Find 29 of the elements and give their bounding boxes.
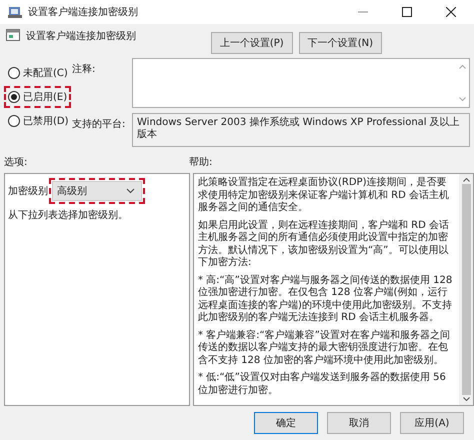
dialog-button[interactable]: 应用(A): [400, 412, 464, 434]
options-label: 选项:: [4, 156, 28, 170]
help-paragraph: 此策略设置指定在远程桌面协议(RDP)连接期间，是否要求使用特定加密级别来保证客户端计算机和 RD 会话主机服务器之间的通信安全。: [198, 177, 450, 214]
help-label: 帮助:: [189, 156, 214, 170]
window-title: 设置客户端连接加密级别: [28, 6, 138, 19]
help-paragraph: * 客户端兼容:“客户端兼容”设置对在客户端和服务器之间传送的数据以客户端支持的最大密钥强度进行加密。在包含不支持 128 位加密的客户端环境中使用此加密级别。: [198, 330, 451, 367]
encryption-level-dropdown[interactable]: 高级别: [52, 181, 142, 201]
close-icon[interactable]: [446, 7, 456, 17]
platform-label: 支持的平台:: [72, 118, 126, 131]
scroll-up-icon[interactable]: [462, 178, 470, 182]
hint-text: 从下拉列表选择加密级别。: [8, 208, 129, 222]
setting-title: 设置客户端连接加密级别: [26, 30, 136, 43]
scrollbar[interactable]: [459, 174, 473, 405]
help-paragraph: 如果启用此设置，则在远程连接期间，客户端和 RD 会话主机服务器之间的所有通信必须使用此设置中指定的加密方法。默认情况下，该加密级别设置为“高”。可以使用以下加密方法:: [198, 220, 450, 270]
ok-button[interactable]: 确定: [254, 412, 318, 434]
platform-field: Windows Server 2003 操作系统或 Windows XP Professional 及以上版本: [132, 113, 470, 147]
chevron-down-icon: [126, 188, 135, 194]
comment-label: 注释:: [72, 62, 96, 76]
encryption-level-label: 加密级别: [8, 184, 48, 198]
nav-button[interactable]: 上一个设置(P): [210, 32, 293, 54]
help-paragraph: * 低:“低”设置仅对由客户端发送到服务器的数据使用 56 位加密进行加密。: [198, 372, 447, 397]
radio-option[interactable]: 已禁用(D): [7, 113, 70, 129]
radio-option[interactable]: 已启用(E): [7, 89, 68, 105]
help-paragraph: * 高:“高”设置对客户端与服务器之间传送的数据使用 128 位强加密进行加密。在仅包含 128 位客户端(例如，运行远程桌面连接的客户端)的环境中使用此加密级别。不支持此加密级别的客户端无法连接到 RD 会话主机服务器。: [198, 274, 454, 324]
maximize-icon[interactable]: [402, 7, 412, 17]
dialog-button[interactable]: 取消: [327, 412, 391, 434]
radio-option[interactable]: 未配置(C): [7, 65, 69, 81]
scroll-down-icon[interactable]: [462, 397, 470, 401]
nav-button[interactable]: 下一个设置(N): [298, 32, 382, 54]
